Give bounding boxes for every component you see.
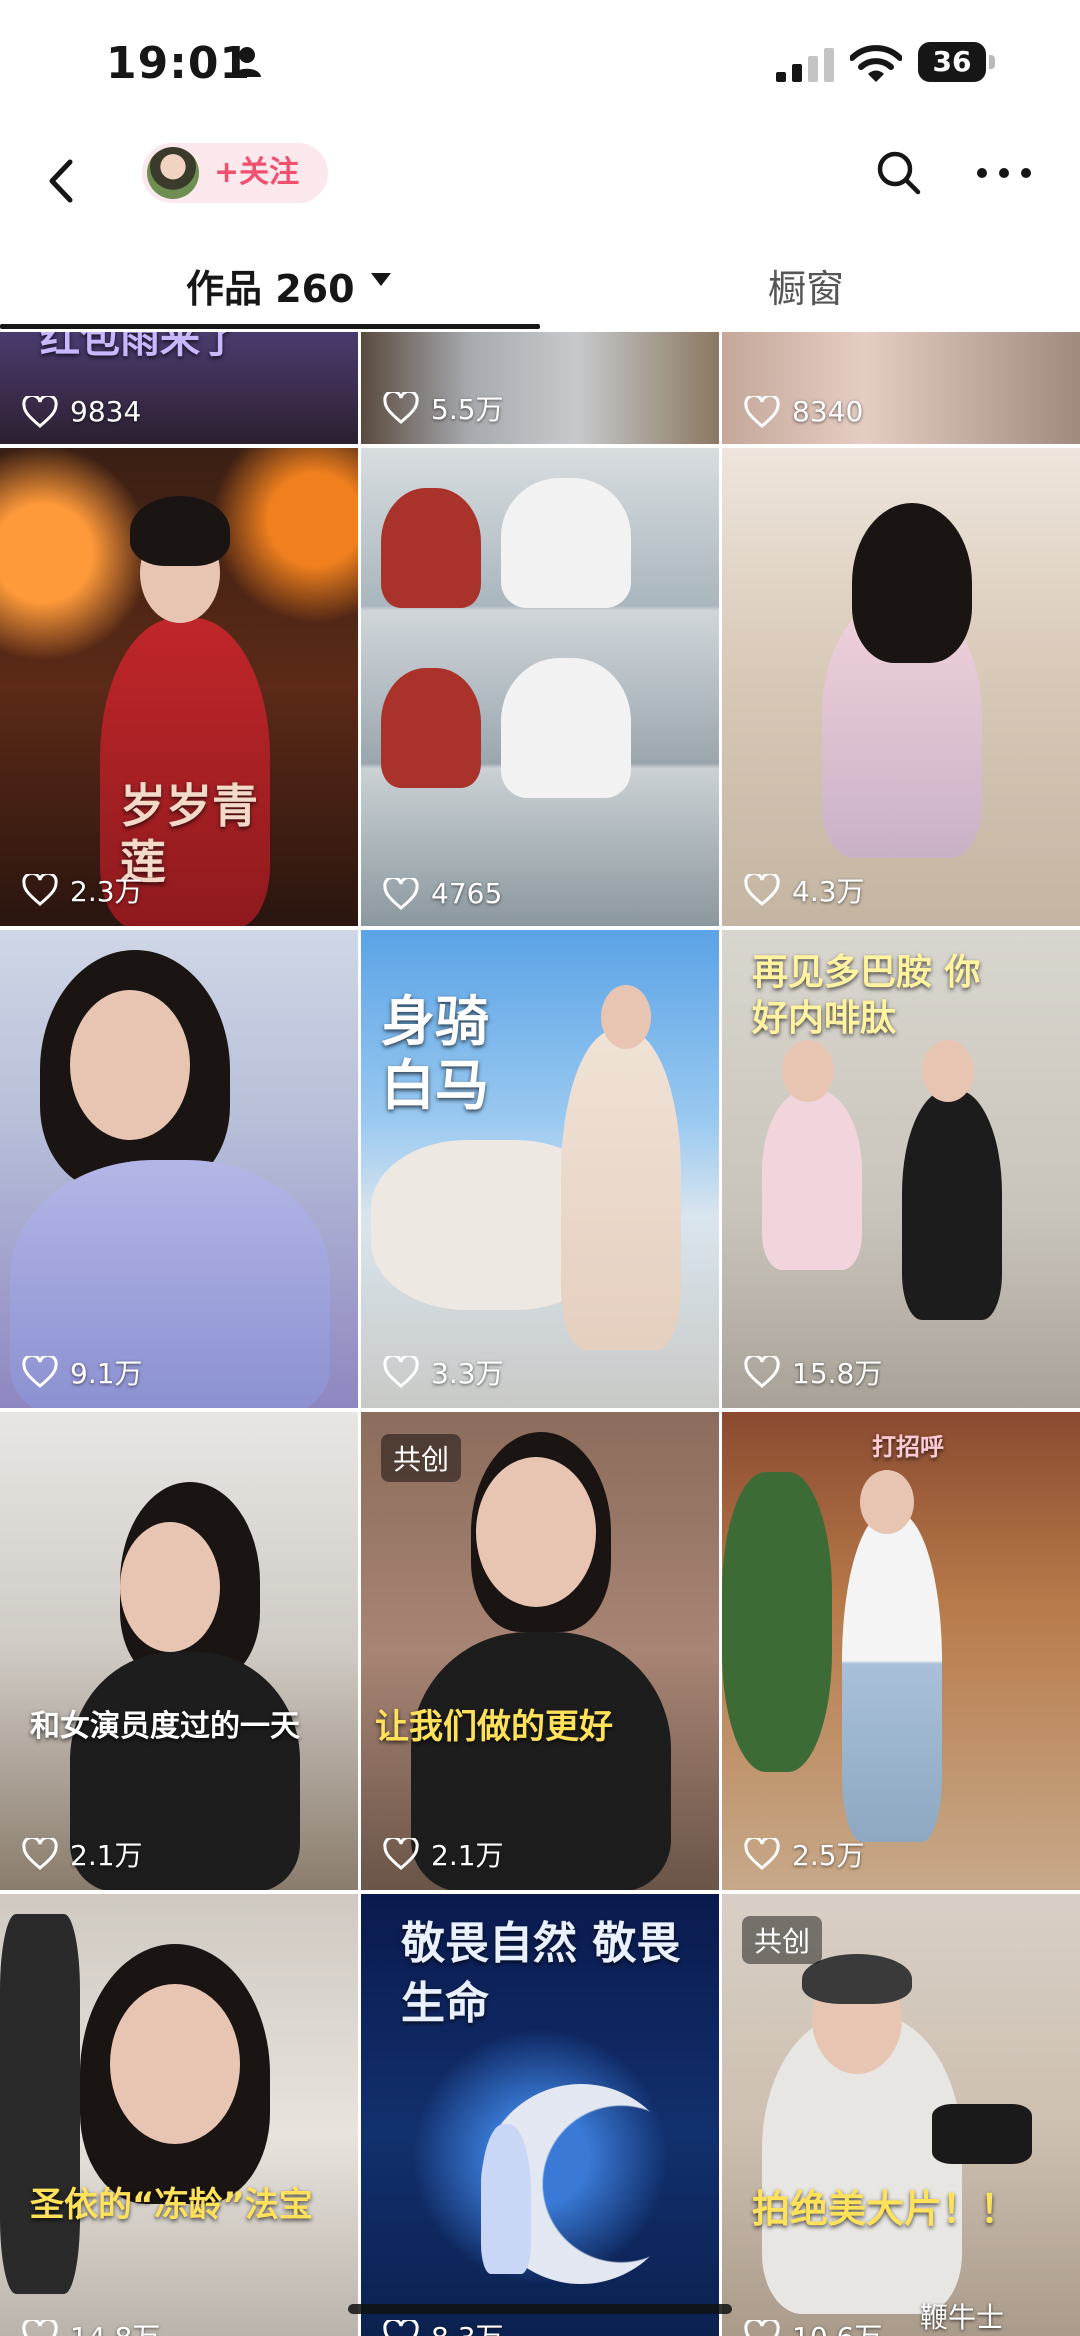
- like-count-text: 2.1万: [70, 1839, 143, 1872]
- heart-icon: [383, 1356, 419, 1388]
- video-tile[interactable]: 4765: [361, 448, 719, 926]
- video-tile[interactable]: 共创 让我们做的更好 2.1万: [361, 1412, 719, 1890]
- heart-icon: [22, 395, 58, 428]
- video-tile[interactable]: 5.5万: [361, 332, 719, 444]
- watermark: 鞭牛士: [920, 2301, 1005, 2334]
- like-count: 2.5万: [744, 1834, 865, 1874]
- status-bar: 19:01 36: [0, 0, 1080, 130]
- person-icon: [233, 47, 261, 77]
- video-tile[interactable]: 9.1万: [0, 930, 358, 1408]
- video-tile[interactable]: 圣依的“冻龄”法宝 14.8万: [0, 1894, 358, 2336]
- like-count: 15.8万: [744, 1352, 882, 1392]
- heart-icon: [744, 1356, 780, 1388]
- tab-active-indicator: [0, 324, 540, 329]
- heart-icon: [744, 874, 780, 906]
- like-count: 8.3万: [383, 2316, 504, 2336]
- heart-icon: [383, 2320, 419, 2336]
- tile-overlay-text: 红包雨来了: [40, 332, 240, 362]
- tile-overlay-text: 打招呼: [872, 1433, 944, 1461]
- like-count-text: 10.6万: [792, 2316, 882, 2336]
- like-count: 8340: [744, 395, 863, 428]
- tile-overlay-text: 敬畏自然 敬畏生命: [401, 1918, 681, 2029]
- tab-works-label: 作品 260: [186, 267, 355, 311]
- heart-icon: [22, 1838, 58, 1870]
- like-count-text: 4.3万: [792, 875, 865, 908]
- follow-button[interactable]: +关注: [142, 143, 328, 203]
- tile-overlay-text: 圣依的“冻龄”法宝: [30, 2185, 313, 2225]
- video-tile[interactable]: 4.3万: [722, 448, 1080, 926]
- heart-icon: [744, 2320, 780, 2336]
- like-count: 9834: [22, 395, 141, 428]
- battery-level: 36: [932, 45, 972, 78]
- video-tile[interactable]: 身骑白马 3.3万: [361, 930, 719, 1408]
- heart-icon: [744, 395, 780, 428]
- battery-indicator: 36: [918, 42, 998, 82]
- like-count: 2.1万: [22, 1834, 143, 1874]
- like-count: 2.1万: [383, 1834, 504, 1874]
- like-count-text: 2.3万: [70, 875, 143, 908]
- like-count: 2.3万: [22, 870, 143, 910]
- like-count: 9.1万: [22, 1352, 143, 1392]
- status-time: 19:01: [106, 38, 252, 89]
- video-tile[interactable]: 打招呼 2.5万: [722, 1412, 1080, 1890]
- video-tile[interactable]: 敬畏自然 敬畏生命 8.3万: [361, 1894, 719, 2336]
- follow-label: +关注: [214, 155, 300, 190]
- like-count-text: 3.3万: [431, 1357, 504, 1390]
- like-count: 3.3万: [383, 1352, 504, 1392]
- top-nav-bar: +关注: [0, 130, 1080, 240]
- heart-icon: [383, 1838, 419, 1870]
- co-create-badge: 共创: [381, 1434, 462, 1482]
- avatar: [147, 147, 199, 199]
- heart-icon: [383, 392, 419, 424]
- video-tile[interactable]: 红包雨来了 9834: [0, 332, 358, 444]
- like-count-text: 9834: [70, 395, 142, 428]
- tile-overlay-text: 再见多巴胺 你好内啡肽: [752, 952, 981, 1039]
- like-count-text: 5.5万: [431, 393, 504, 426]
- like-count: 10.6万: [744, 2316, 882, 2336]
- like-count-text: 9.1万: [70, 1357, 143, 1390]
- video-tile[interactable]: 再见多巴胺 你好内啡肽 15.8万: [722, 930, 1080, 1408]
- like-count: 4765: [383, 877, 502, 910]
- more-icon[interactable]: [972, 148, 1036, 198]
- heart-icon: [22, 2320, 58, 2336]
- like-count-text: 2.5万: [792, 1839, 865, 1872]
- video-tile[interactable]: 岁岁青莲 2.3万: [0, 448, 358, 926]
- heart-icon: [744, 1838, 780, 1870]
- like-count-text: 8340: [792, 395, 864, 428]
- caret-down-icon[interactable]: [370, 272, 392, 288]
- like-count-text: 2.1万: [431, 1839, 504, 1872]
- wifi-icon: [850, 45, 902, 82]
- like-count-text: 8.3万: [431, 2316, 504, 2336]
- tile-overlay-text: 和女演员度过的一天: [30, 1709, 300, 1744]
- like-count: 5.5万: [383, 388, 504, 428]
- profile-tabs: 作品 260 橱窗: [0, 240, 1080, 332]
- like-count: 4.3万: [744, 870, 865, 910]
- back-icon[interactable]: [38, 148, 82, 212]
- like-count: 14.8万: [22, 2316, 160, 2336]
- video-tile[interactable]: 8340: [722, 332, 1080, 444]
- video-grid: 红包雨来了 9834 5.5万 8340 岁岁青莲 2.3万 4765 4.3万…: [0, 332, 1080, 2336]
- tile-overlay-text: 拍绝美大片！！: [752, 2187, 1019, 2231]
- heart-icon: [22, 1356, 58, 1388]
- heart-icon: [22, 874, 58, 906]
- like-count-text: 4765: [431, 877, 503, 910]
- tab-shop-label: 橱窗: [768, 267, 845, 311]
- tab-shop[interactable]: 橱窗: [540, 240, 1080, 332]
- home-indicator[interactable]: [348, 2304, 732, 2314]
- video-tile[interactable]: 共创 拍绝美大片！！ 10.6万: [722, 1894, 1080, 2336]
- search-icon[interactable]: [874, 148, 924, 198]
- signal-icon: [776, 48, 834, 82]
- co-create-badge: 共创: [742, 1916, 823, 1964]
- tile-overlay-text: 身骑白马: [381, 990, 489, 1117]
- tab-works[interactable]: 作品 260: [0, 240, 540, 332]
- like-count-text: 14.8万: [70, 2316, 160, 2336]
- tile-overlay-text: 让我们做的更好: [375, 1707, 613, 1747]
- video-tile[interactable]: 和女演员度过的一天 2.1万: [0, 1412, 358, 1890]
- heart-icon: [383, 877, 419, 910]
- like-count-text: 15.8万: [792, 1357, 883, 1390]
